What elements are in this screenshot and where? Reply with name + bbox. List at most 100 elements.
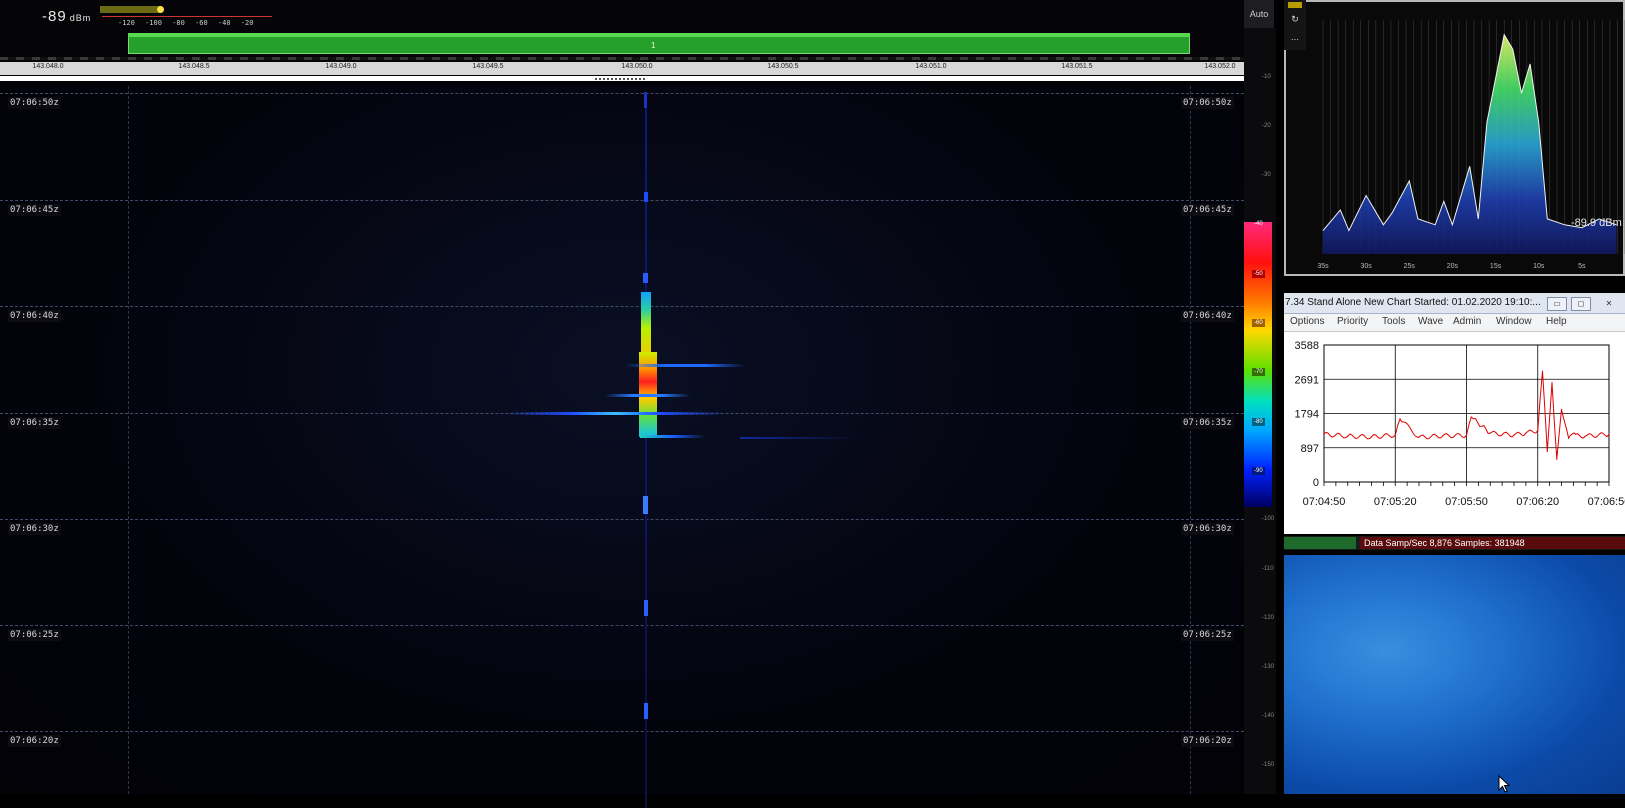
y-tick-label: 1794 — [1295, 409, 1319, 421]
s-scale-tick: -100 — [145, 19, 162, 27]
spectrum-x-tick: 5s — [1578, 263, 1586, 270]
waterfall-gridline — [0, 519, 1244, 520]
signal-trace — [644, 92, 647, 108]
signal-sideband — [640, 435, 705, 438]
db-tick: -110 — [1262, 566, 1274, 572]
s-meter-scale: -120 -100 -80 -60 -40 -20 — [118, 19, 253, 27]
s-meter-line — [102, 16, 272, 17]
center-frequency-marker — [595, 78, 645, 80]
spectrum-x-tick: 25s — [1404, 263, 1416, 270]
time-label: 07:06:25z — [8, 629, 61, 641]
time-label: 07:06:25z — [1181, 629, 1234, 641]
db-tick: -50 — [1252, 270, 1265, 278]
db-tick: -20 — [1262, 123, 1271, 129]
data-point — [1560, 408, 1563, 411]
waterfall-gridline — [0, 731, 1244, 732]
signal-sideband — [625, 364, 745, 367]
colormap-bar[interactable] — [1244, 222, 1272, 507]
seismic-line-chart: 0 897 1794 2691 3588 07:04:50 07:05:20 07:05:50… — [1295, 340, 1625, 508]
spectrum-readout: -89.9 dBm — [1571, 217, 1622, 229]
s-scale-tick: -40 — [217, 19, 231, 27]
time-label: 07:06:50z — [8, 97, 61, 109]
freq-tick: 143.051.5 — [1061, 63, 1093, 70]
freq-tick: 143.048.0 — [32, 63, 64, 70]
spectrum-x-tick: 30s — [1360, 263, 1372, 270]
data-point — [1551, 382, 1553, 384]
time-label: 07:06:50z — [1181, 97, 1234, 109]
desktop-background — [1284, 555, 1625, 794]
time-label: 07:06:40z — [1181, 310, 1234, 322]
spectrum-x-tick: 10s — [1533, 263, 1545, 270]
waterfall-gridline — [0, 306, 1244, 307]
passband-top — [128, 33, 1190, 37]
data-point — [1525, 432, 1527, 434]
waterfall-gridline — [0, 200, 1244, 201]
menu-options[interactable]: Options — [1290, 316, 1324, 327]
db-tick: -80 — [1252, 418, 1265, 426]
signal-level-readout: -89 dBm — [42, 8, 91, 25]
time-label: 07:06:45z — [8, 204, 61, 216]
signal-level-value: -89 — [42, 8, 67, 25]
db-tick: -90 — [1252, 467, 1265, 475]
signal-trace — [644, 192, 648, 202]
spectrum-history-chart: 35s 30s 25s 20s 15s 10s 5s — [1317, 20, 1625, 270]
time-label: 07:06:30z — [8, 523, 61, 535]
menu-wave[interactable]: Wave — [1418, 316, 1443, 327]
chart-window-title: 7.34 Stand Alone New Chart Started: 01.0… — [1285, 297, 1541, 308]
time-label: 07:06:35z — [1181, 417, 1234, 429]
menu-tools[interactable]: Tools — [1382, 316, 1405, 327]
data-point — [1556, 458, 1558, 460]
menu-window[interactable]: Window — [1496, 316, 1532, 327]
close-icon[interactable]: ✕ — [1599, 297, 1619, 311]
db-tick: -40 — [1254, 221, 1263, 227]
signal-level-unit: dBm — [69, 13, 92, 23]
auto-button[interactable]: Auto — [1244, 0, 1274, 28]
s-meter-bar — [100, 6, 160, 13]
menu-help[interactable]: Help — [1546, 316, 1567, 327]
menu-admin[interactable]: Admin — [1453, 316, 1481, 327]
db-tick: -60 — [1252, 319, 1265, 327]
y-tick-label: 897 — [1301, 443, 1319, 455]
freq-tick: 143.049.5 — [472, 63, 504, 70]
freq-tick: 143.050.0 — [621, 63, 653, 70]
s-scale-tick: -80 — [172, 19, 185, 27]
data-point — [1568, 437, 1570, 439]
spectrum-x-tick: 15s — [1490, 263, 1502, 270]
freq-tick: 143.052.0 — [1204, 63, 1236, 70]
data-point — [1465, 434, 1468, 437]
signal-burst — [641, 292, 651, 352]
s-scale-tick: -20 — [240, 19, 254, 27]
status-indicator — [1284, 537, 1356, 549]
mouse-cursor-icon — [1498, 775, 1510, 793]
band-plan-strip — [0, 57, 1244, 60]
minimize-icon[interactable]: ▭ — [1547, 297, 1567, 311]
db-tick: -150 — [1262, 762, 1275, 768]
waterfall-display[interactable] — [0, 86, 1244, 794]
frequency-axis: 143.048.0 143.048.5 143.049.0 143.049.5 … — [0, 62, 1244, 75]
data-point — [1394, 434, 1396, 436]
menu-priority[interactable]: Priority — [1337, 316, 1368, 327]
waterfall-gridline — [1190, 86, 1191, 794]
data-point — [1513, 434, 1515, 436]
db-tick: -130 — [1262, 664, 1275, 670]
waterfall-gridline — [0, 93, 1244, 94]
x-tick-label: 07:05:20 — [1374, 496, 1417, 508]
data-point — [1370, 436, 1373, 438]
data-point — [1489, 432, 1491, 434]
s-scale-tick: -60 — [195, 19, 208, 27]
data-point — [1546, 450, 1548, 453]
signal-trace — [643, 496, 648, 514]
db-tick: -10 — [1262, 74, 1271, 80]
status-text: Data Samp/Sec 8,876 Samples: 381948 — [1364, 538, 1525, 548]
s-scale-tick: -120 — [118, 19, 135, 27]
signal-sideband — [605, 394, 690, 397]
data-point — [1470, 416, 1472, 418]
restore-icon[interactable]: ◻ — [1571, 297, 1591, 311]
data-point — [1347, 435, 1349, 437]
waterfall-gridline — [128, 86, 129, 794]
time-label: 07:06:40z — [8, 310, 61, 322]
signal-sideband — [740, 437, 860, 439]
signal-trace — [644, 703, 648, 719]
time-label: 07:06:20z — [8, 735, 61, 747]
y-tick-label: 3588 — [1295, 340, 1319, 352]
